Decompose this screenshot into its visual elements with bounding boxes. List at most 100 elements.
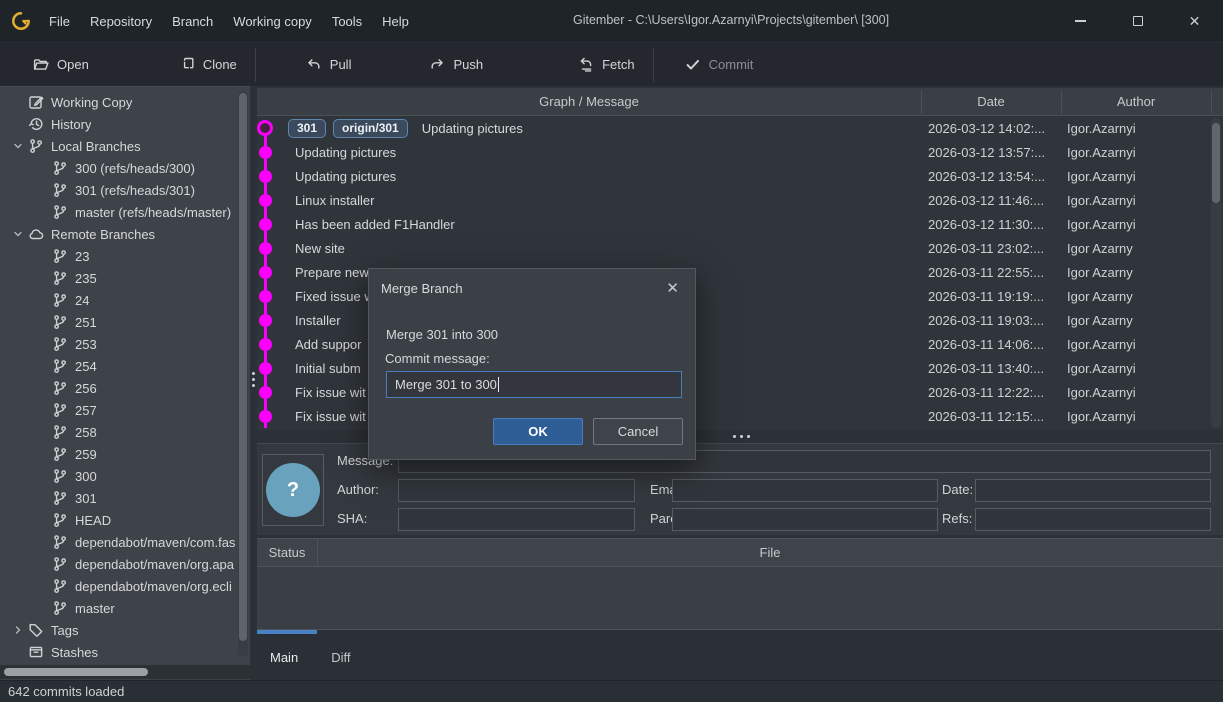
- commit-row[interactable]: Linux installer 2026-03-12 11:46:... Igo…: [257, 188, 1223, 212]
- column-separator[interactable]: [921, 90, 922, 114]
- cancel-button[interactable]: Cancel: [593, 418, 683, 445]
- sidebar-item[interactable]: master (refs/heads/master): [0, 201, 236, 223]
- sidebar-item[interactable]: 235: [0, 267, 236, 289]
- chevron[interactable]: [32, 270, 52, 286]
- sidebar-item[interactable]: Tags: [0, 619, 236, 641]
- chevron[interactable]: [32, 512, 52, 528]
- clone-button[interactable]: Clone: [169, 50, 247, 79]
- maximize-button[interactable]: [1109, 0, 1166, 42]
- close-button[interactable]: ✕: [1166, 0, 1223, 42]
- menu-item[interactable]: Repository: [80, 10, 162, 33]
- chevron[interactable]: [32, 292, 52, 308]
- commit-button[interactable]: Commit: [675, 50, 764, 79]
- chevron[interactable]: [8, 138, 28, 154]
- sidebar-splitter[interactable]: [250, 86, 257, 680]
- scrollbar-thumb[interactable]: [1212, 123, 1220, 203]
- ok-button[interactable]: OK: [493, 418, 583, 445]
- sidebar-item[interactable]: History: [0, 113, 236, 135]
- sidebar-item[interactable]: 300: [0, 465, 236, 487]
- chevron[interactable]: [32, 490, 52, 506]
- sidebar-item[interactable]: 256: [0, 377, 236, 399]
- sidebar-item[interactable]: Stashes: [0, 641, 236, 663]
- sidebar-item[interactable]: dependabot/maven/com.fas: [0, 531, 236, 553]
- column-header-file[interactable]: File: [317, 545, 1223, 560]
- column-header-date[interactable]: Date: [921, 94, 1061, 109]
- chevron[interactable]: [8, 116, 28, 132]
- menu-item[interactable]: Tools: [322, 10, 372, 33]
- sidebar-item[interactable]: 24: [0, 289, 236, 311]
- sidebar-item[interactable]: 254: [0, 355, 236, 377]
- commit-row[interactable]: New site 2026-03-11 23:02:... Igor Azarn…: [257, 236, 1223, 260]
- dialog-close-button[interactable]: ✕: [666, 279, 679, 297]
- chevron[interactable]: [8, 622, 28, 638]
- commit-row[interactable]: Updating pictures 2026-03-12 13:57:... I…: [257, 140, 1223, 164]
- chevron[interactable]: [32, 336, 52, 352]
- chevron[interactable]: [32, 534, 52, 550]
- chevron[interactable]: [8, 644, 28, 660]
- sidebar-item[interactable]: dependabot/maven/org.ecli: [0, 575, 236, 597]
- sidebar-item[interactable]: Local Branches: [0, 135, 236, 157]
- commit-row[interactable]: Has been added F1Handler 2026-03-12 11:3…: [257, 212, 1223, 236]
- menu-item[interactable]: File: [39, 10, 80, 33]
- sidebar-item[interactable]: 257: [0, 399, 236, 421]
- chevron[interactable]: [32, 182, 52, 198]
- scrollbar-thumb[interactable]: [4, 668, 148, 676]
- sidebar-item[interactable]: 258: [0, 421, 236, 443]
- commit-row[interactable]: Updating pictures 2026-03-12 13:54:... I…: [257, 164, 1223, 188]
- chevron[interactable]: [32, 446, 52, 462]
- menu-item[interactable]: Branch: [162, 10, 223, 33]
- chevron[interactable]: [32, 358, 52, 374]
- refs-field[interactable]: [975, 508, 1211, 531]
- sidebar-item[interactable]: 301 (refs/heads/301): [0, 179, 236, 201]
- commit-row[interactable]: 301origin/301 Updating pictures 2026-03-…: [257, 116, 1223, 140]
- chevron[interactable]: [32, 380, 52, 396]
- chevron[interactable]: [8, 226, 28, 242]
- chevron[interactable]: [32, 402, 52, 418]
- push-button[interactable]: Push: [419, 50, 493, 79]
- column-header-graph-message[interactable]: Graph / Message: [257, 94, 921, 109]
- sidebar-item[interactable]: 253: [0, 333, 236, 355]
- sidebar-item[interactable]: 301: [0, 487, 236, 509]
- chevron[interactable]: [8, 94, 28, 110]
- commit-table-scrollbar[interactable]: [1211, 118, 1221, 428]
- sidebar-item[interactable]: 23: [0, 245, 236, 267]
- menu-item[interactable]: Working copy: [223, 10, 322, 33]
- chevron[interactable]: [32, 160, 52, 176]
- sidebar-item[interactable]: 259: [0, 443, 236, 465]
- sha-field[interactable]: [398, 508, 635, 531]
- scrollbar-thumb[interactable]: [239, 93, 247, 641]
- sidebar-item[interactable]: 300 (refs/heads/300): [0, 157, 236, 179]
- commit-message-input[interactable]: Merge 301 to 300: [386, 371, 682, 398]
- sidebar-horizontal-scrollbar[interactable]: [0, 665, 250, 679]
- branch-icon: [52, 314, 68, 330]
- open-button[interactable]: Open: [23, 50, 99, 79]
- chevron[interactable]: [32, 314, 52, 330]
- chevron[interactable]: [32, 556, 52, 572]
- author-field[interactable]: [398, 479, 635, 502]
- chevron[interactable]: [32, 600, 52, 616]
- column-header-author[interactable]: Author: [1061, 94, 1211, 109]
- chevron[interactable]: [32, 248, 52, 264]
- chevron[interactable]: [32, 424, 52, 440]
- sidebar-item[interactable]: Remote Branches: [0, 223, 236, 245]
- sidebar-item[interactable]: dependabot/maven/org.apa: [0, 553, 236, 575]
- sidebar-vertical-scrollbar[interactable]: [238, 91, 248, 657]
- sidebar-item[interactable]: master: [0, 597, 236, 619]
- column-separator[interactable]: [1061, 90, 1062, 114]
- column-header-status[interactable]: Status: [257, 545, 317, 560]
- tab[interactable]: Main: [270, 650, 298, 665]
- chevron[interactable]: [32, 468, 52, 484]
- menu-item[interactable]: Help: [372, 10, 419, 33]
- chevron[interactable]: [32, 578, 52, 594]
- pull-button[interactable]: Pull: [296, 50, 362, 79]
- sidebar-item[interactable]: Working Copy: [0, 91, 236, 113]
- date-field[interactable]: [975, 479, 1211, 502]
- tab[interactable]: Diff: [331, 650, 350, 665]
- sidebar-item[interactable]: HEAD: [0, 509, 236, 531]
- parent-field[interactable]: [672, 508, 938, 531]
- minimize-button[interactable]: [1052, 0, 1109, 42]
- email-field[interactable]: [672, 479, 938, 502]
- chevron[interactable]: [32, 204, 52, 220]
- fetch-button[interactable]: Fetch: [568, 50, 645, 79]
- sidebar-item[interactable]: 251: [0, 311, 236, 333]
